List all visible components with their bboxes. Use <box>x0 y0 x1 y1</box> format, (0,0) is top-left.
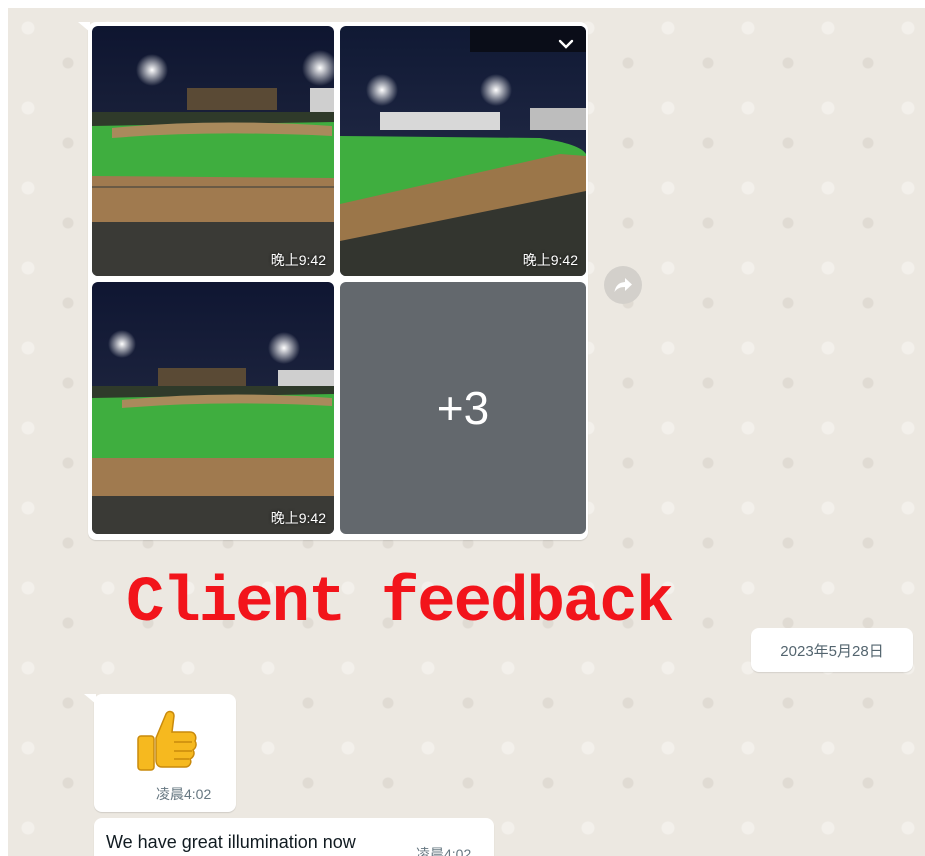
message-text: We have great illumination now <box>106 832 356 852</box>
more-photos-count: +3 <box>436 382 490 434</box>
photo-album-message[interactable]: 晚上9:42 晚上9:42 晚上9:42 +3 <box>78 22 588 540</box>
date-separator: 2023年5月28日 <box>751 628 913 672</box>
stadium-photo <box>340 26 586 276</box>
stadium-photo <box>92 282 334 534</box>
photo-timestamp: 晚上9:42 <box>522 252 578 268</box>
album-photo-3[interactable]: 晚上9:42 <box>92 282 334 534</box>
message-timestamp: 凌晨4:02 <box>416 846 472 856</box>
bubble-tail <box>84 694 96 704</box>
stadium-photo <box>92 26 334 276</box>
more-photos-tile[interactable]: +3 <box>340 282 586 534</box>
album-photo-2[interactable]: 晚上9:42 <box>340 26 586 276</box>
photo-timestamp: 晚上9:42 <box>270 510 326 526</box>
forward-icon <box>614 278 632 292</box>
chat-background: 晚上9:42 晚上9:42 晚上9:42 +3 Client feedback … <box>8 8 925 856</box>
forward-button[interactable] <box>604 266 642 304</box>
album-photo-1[interactable]: 晚上9:42 <box>92 26 334 276</box>
message-timestamp: 凌晨4:02 <box>156 786 212 802</box>
date-separator-label: 2023年5月28日 <box>780 642 884 660</box>
chevron-down-icon[interactable] <box>558 36 574 52</box>
thumbs-up-message[interactable]: 凌晨4:02 <box>84 694 236 812</box>
bubble-tail <box>78 22 90 32</box>
photo-timestamp: 晚上9:42 <box>270 252 326 268</box>
text-message[interactable]: We have great illumination now 凌晨4:02 <box>94 818 494 856</box>
thumbs-up-icon <box>137 710 197 771</box>
client-feedback-headline: Client feedback <box>126 568 674 640</box>
